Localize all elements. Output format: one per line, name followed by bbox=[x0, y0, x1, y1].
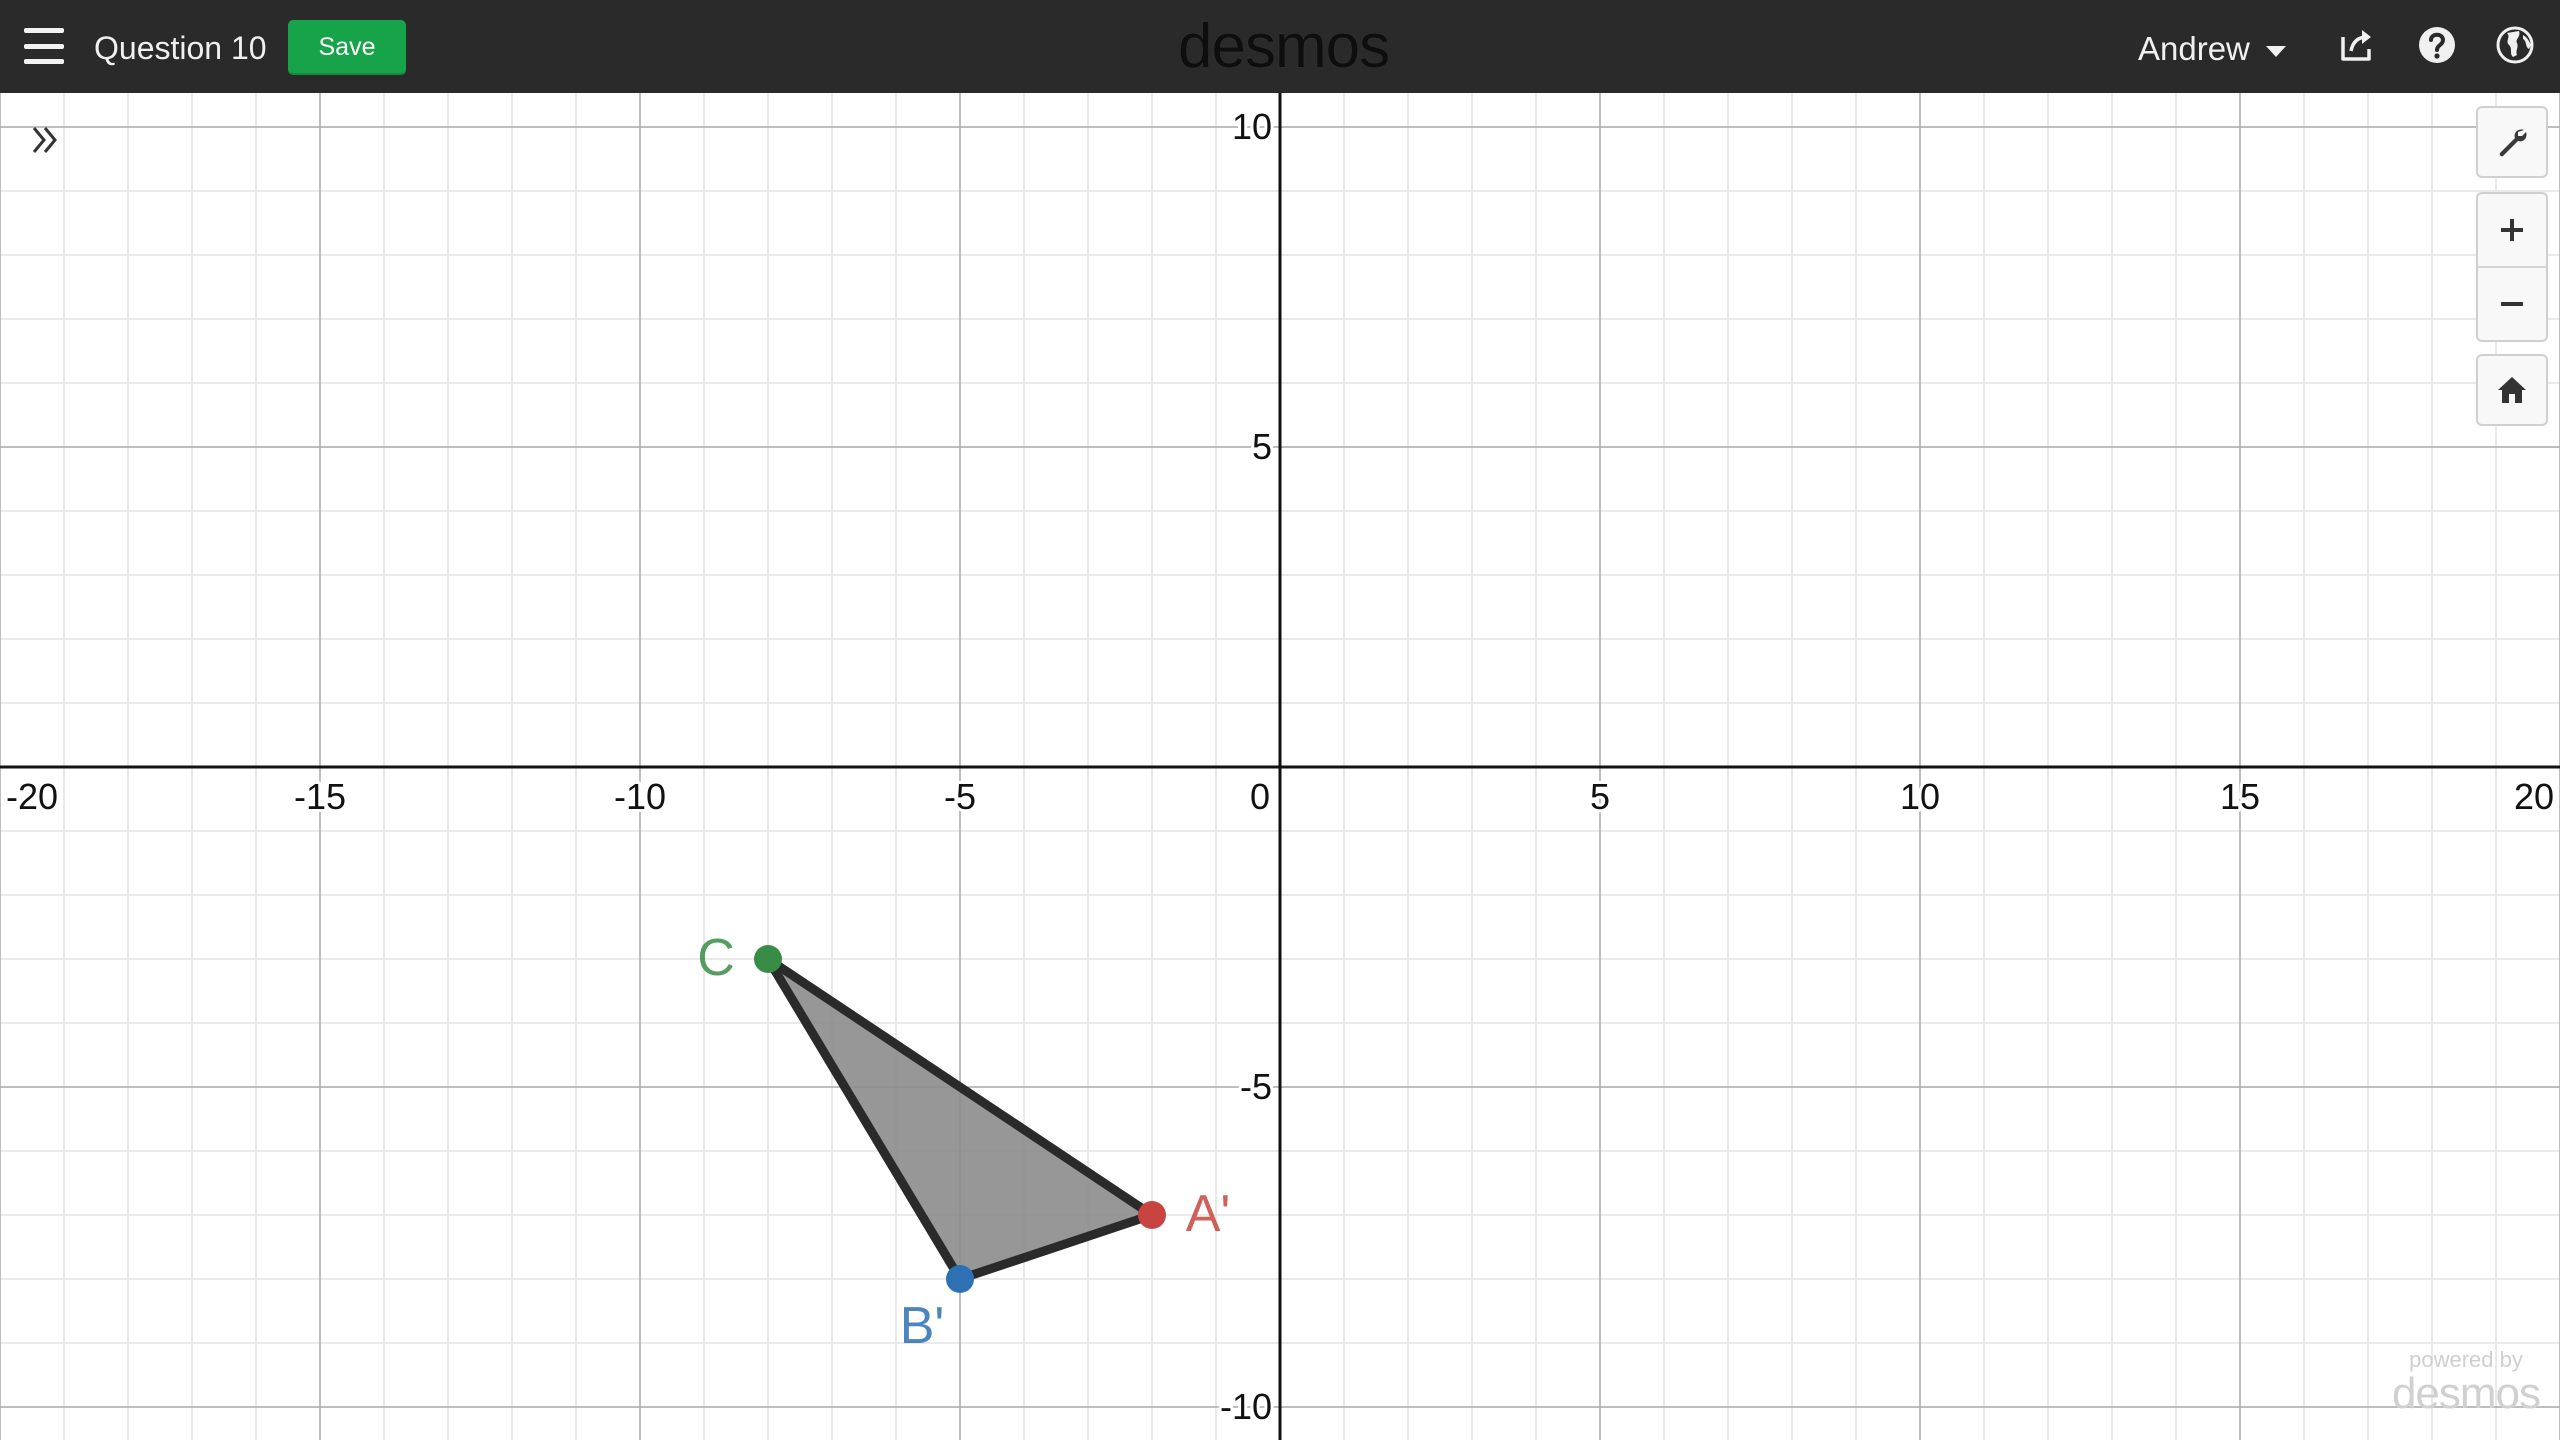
caret-down-icon bbox=[2265, 45, 2286, 57]
plus-icon bbox=[2501, 219, 2523, 241]
double-chevron-right-icon[interactable] bbox=[24, 118, 68, 162]
powered-by-logo: desmos bbox=[2391, 1369, 2541, 1418]
point-label-c: C bbox=[697, 929, 735, 987]
x-tick-label: 5 bbox=[1590, 776, 1610, 817]
user-name: Andrew bbox=[2138, 30, 2250, 67]
graph-settings-button[interactable] bbox=[2476, 106, 2548, 178]
y-tick-label: 10 bbox=[1232, 106, 1272, 147]
help-icon[interactable] bbox=[2416, 24, 2458, 66]
x-tick-label: 20 bbox=[2514, 776, 2554, 817]
zoom-in-button[interactable] bbox=[2478, 194, 2546, 266]
point-label-a-prime: A' bbox=[1186, 1185, 1231, 1243]
powered-by-desmos[interactable]: powered by desmos bbox=[2386, 1348, 2546, 1416]
x-tick-label: -15 bbox=[294, 776, 346, 817]
x-tick-label: -20 bbox=[6, 776, 58, 817]
x-tick-label: 15 bbox=[2220, 776, 2260, 817]
y-tick-label: -5 bbox=[1240, 1066, 1272, 1107]
zoom-out-button[interactable] bbox=[2478, 268, 2546, 340]
globe-icon[interactable] bbox=[2494, 24, 2536, 66]
reset-view-button[interactable] bbox=[2476, 354, 2548, 426]
x-tick-label: 0 bbox=[1250, 776, 1270, 817]
top-header-bar: Question 10 Save desmos Andrew bbox=[0, 0, 2560, 93]
zoom-controls bbox=[2476, 192, 2548, 342]
home-icon bbox=[2498, 377, 2526, 403]
graph-svg[interactable]: -20 -15 -10 -5 0 5 10 15 20 10 5 -5 -10 C A' B' bbox=[0, 93, 2560, 1440]
minus-icon bbox=[2501, 302, 2523, 306]
y-tick-label: 5 bbox=[1252, 426, 1272, 467]
desmos-logo: desmos bbox=[1178, 12, 1390, 81]
graph-title[interactable]: Question 10 bbox=[94, 28, 267, 68]
user-menu[interactable]: Andrew bbox=[2138, 28, 2286, 70]
point-label-b-prime: B' bbox=[900, 1297, 945, 1355]
point-a-prime bbox=[1138, 1201, 1166, 1229]
share-icon[interactable] bbox=[2336, 24, 2378, 66]
x-tick-label: -5 bbox=[944, 776, 976, 817]
point-c bbox=[754, 945, 782, 973]
hamburger-menu-icon[interactable] bbox=[24, 28, 64, 64]
graph-canvas[interactable]: -20 -15 -10 -5 0 5 10 15 20 10 5 -5 -10 C A' B' bbox=[0, 93, 2560, 1440]
wrench-icon bbox=[2499, 129, 2527, 157]
x-tick-label: -10 bbox=[614, 776, 666, 817]
y-tick-label: -10 bbox=[1220, 1386, 1272, 1427]
x-tick-label: 10 bbox=[1900, 776, 1940, 817]
point-b-prime bbox=[946, 1265, 974, 1293]
save-button[interactable]: Save bbox=[288, 20, 406, 75]
